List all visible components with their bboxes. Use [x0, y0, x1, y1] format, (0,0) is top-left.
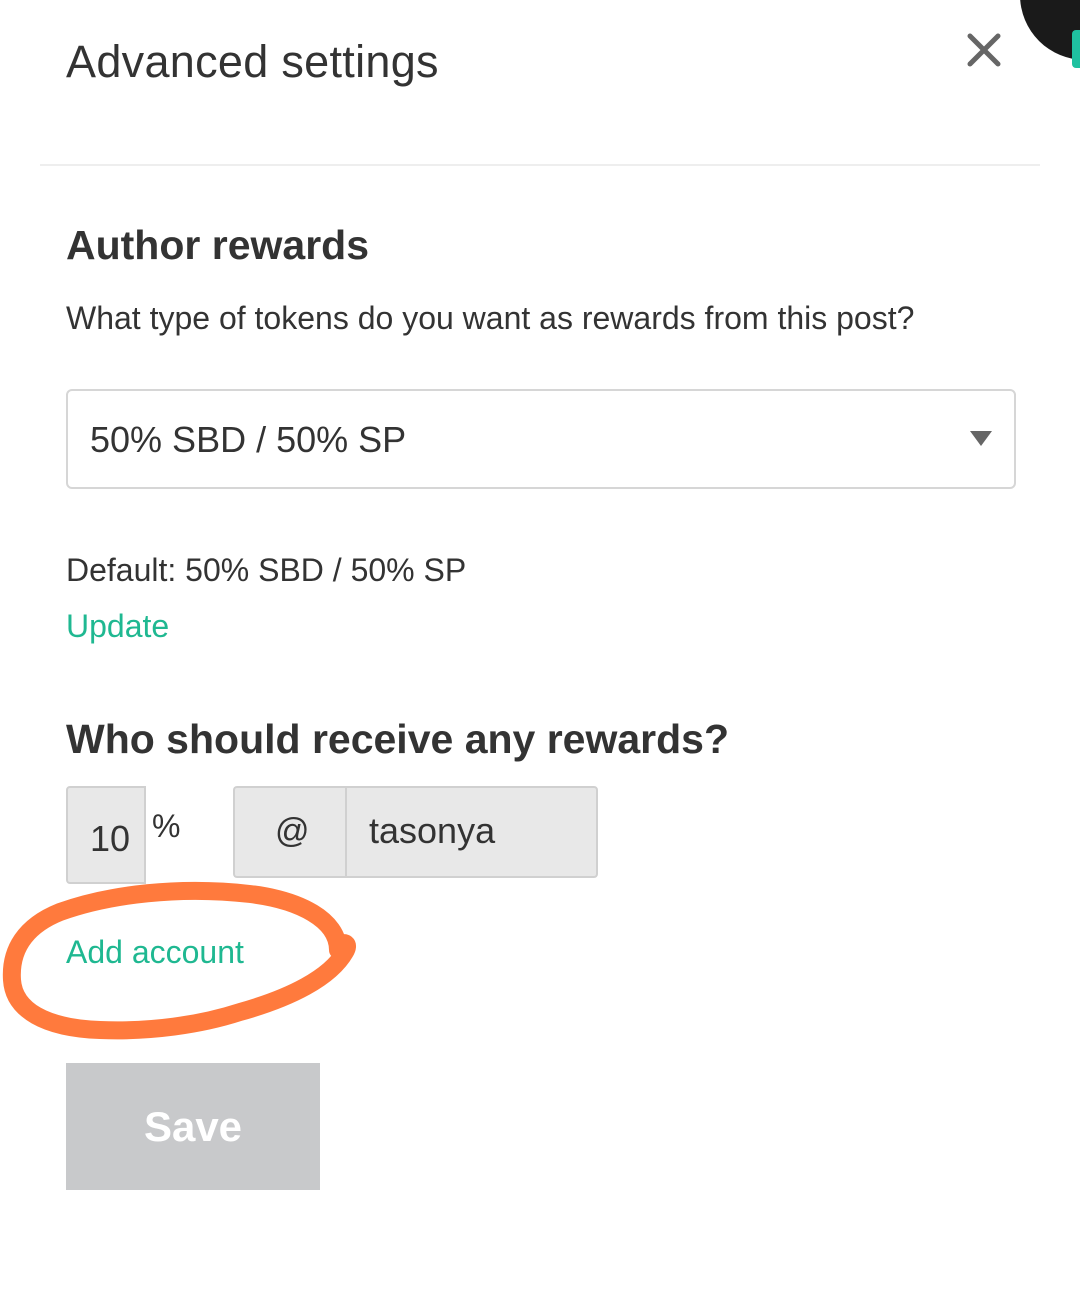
save-button-label: Save [143, 1103, 243, 1150]
beneficiary-account-input[interactable]: tasonya [345, 786, 598, 878]
beneficiaries-heading: Who should receive any rewards? [66, 716, 730, 762]
dropdown-arrow-icon [970, 431, 992, 446]
at-symbol: @ [275, 812, 310, 850]
reward-type-question: What type of tokens do you want as rewar… [66, 300, 915, 336]
header-divider [40, 164, 1040, 166]
background-corner-accent [1072, 30, 1080, 68]
advanced-settings-dialog: Advanced settings Author rewards What ty… [0, 0, 1080, 1299]
add-account-link[interactable]: Add account [66, 934, 244, 971]
close-icon [967, 33, 1001, 67]
dialog-title: Advanced settings [66, 36, 439, 87]
update-default-link[interactable]: Update [66, 608, 169, 645]
beneficiary-account-value: tasonya [369, 810, 496, 851]
background-corner-shape [1020, 0, 1080, 60]
reward-type-select[interactable]: 50% SBD / 50% SP [66, 389, 1016, 489]
percent-sign: % [152, 808, 181, 844]
beneficiary-percent-input[interactable]: 10 [66, 786, 146, 884]
at-symbol-addon: @ [233, 786, 346, 878]
reward-type-selected-value: 50% SBD / 50% SP [90, 419, 407, 460]
save-button[interactable]: Save [66, 1063, 320, 1190]
beneficiary-percent-value: 10 [90, 818, 131, 859]
default-reward-text: Default: 50% SBD / 50% SP [66, 552, 467, 588]
author-rewards-heading: Author rewards [66, 222, 369, 268]
close-button[interactable] [960, 28, 1008, 76]
